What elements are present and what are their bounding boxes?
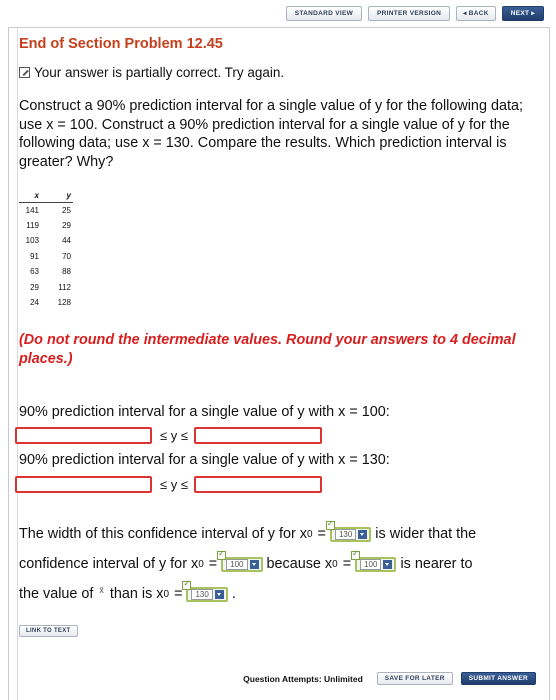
cell-y: 128: [57, 298, 71, 308]
cell-y: 25: [62, 205, 71, 215]
pi1-lower-input[interactable]: [15, 427, 152, 444]
correct-check-icon: [217, 549, 227, 560]
dropdown-arrow-icon: [249, 559, 259, 569]
subscript: 0: [198, 558, 204, 570]
subscript: 0: [332, 558, 338, 570]
correct-check-icon: [351, 549, 361, 560]
footer: Question Attempts: Unlimited SAVE FOR LA…: [243, 672, 536, 685]
cell-x: 141: [25, 205, 39, 215]
cell-y: 88: [62, 267, 71, 277]
table-header-x: x: [19, 189, 41, 203]
subscript: 0: [163, 588, 170, 600]
pi1-row: ≤ y ≤: [15, 427, 322, 444]
correct-check-icon: [325, 519, 335, 530]
compare-text: is nearer to: [400, 556, 473, 572]
select-value: 130: [191, 588, 213, 600]
cell-x: 29: [30, 282, 39, 292]
correct-check-icon: [182, 579, 192, 590]
compare-text: than is x: [109, 586, 164, 602]
select-value: 100: [360, 558, 382, 570]
pi2-upper-input[interactable]: [194, 476, 322, 493]
cell-x: 91: [30, 251, 39, 261]
period: .: [231, 586, 236, 602]
table-row: 91 70: [19, 249, 73, 265]
link-to-text-button[interactable]: LINK TO TEXT: [19, 625, 78, 637]
compare-text: The width of this confidence interval of…: [19, 526, 307, 542]
compare-text: is wider that the: [375, 526, 477, 542]
table-header-y: y: [41, 189, 73, 203]
edit-icon: [19, 67, 30, 78]
table-row: 24 128: [19, 295, 73, 311]
next-button[interactable]: NEXT ▸: [501, 6, 544, 21]
pi2-lower-input[interactable]: [15, 476, 152, 493]
equals-sign: =: [317, 526, 326, 542]
dropdown-arrow-icon: [358, 529, 368, 539]
question-text: Construct a 90% prediction interval for …: [19, 98, 523, 170]
rounding-note: (Do not round the intermediate values. R…: [19, 332, 516, 367]
xbar-symbol: x̄: [99, 585, 104, 595]
table-row: 63 88: [19, 264, 73, 280]
compare-line-3: the value of x̄ than is x 0 = 130 .: [19, 579, 236, 603]
dropdown-arrow-icon: [383, 559, 393, 569]
table-row: 141 25: [19, 202, 73, 218]
status-text: Your answer is partially correct. Try ag…: [34, 65, 285, 80]
cell-x: 103: [25, 236, 39, 246]
compare-line-1: The width of this confidence interval of…: [19, 519, 477, 543]
pi2-label: 90% prediction interval for a single val…: [19, 452, 390, 468]
problem-title: End of Section Problem 12.45: [19, 36, 223, 52]
equals-sign: =: [342, 556, 352, 572]
select-value: 100: [226, 558, 248, 570]
dropdown-arrow-icon: [214, 589, 224, 599]
select-x0-nearer[interactable]: 100: [351, 549, 397, 572]
select-x0-narrower[interactable]: 100: [217, 549, 263, 572]
equals-sign: =: [208, 556, 218, 572]
cell-x: 119: [26, 220, 39, 230]
table-row: 29 112: [19, 280, 73, 296]
select-x0-farther[interactable]: 130: [182, 579, 228, 602]
pi2-inequality: ≤ y ≤: [160, 477, 188, 492]
save-for-later-button[interactable]: SAVE FOR LATER: [376, 672, 453, 685]
submit-answer-button[interactable]: SUBMIT ANSWER: [460, 672, 536, 685]
pi2-row: ≤ y ≤: [15, 476, 322, 493]
compare-text: confidence interval of y for x: [19, 556, 199, 572]
compare-text: the value of: [19, 586, 94, 602]
equals-sign: =: [174, 586, 183, 602]
cell-x: 63: [30, 267, 39, 277]
select-value: 130: [334, 528, 357, 540]
data-table: x y 141 25 119 29 103 44 91 70 63 88 29 112 24…: [19, 189, 73, 311]
cell-x: 24: [30, 298, 39, 308]
answer-status: Your answer is partially correct. Try ag…: [19, 65, 284, 80]
top-nav: STANDARD VIEW PRINTER VERSION ◂ BACK NEX…: [285, 6, 544, 21]
frame-divider: [17, 28, 18, 700]
cell-y: 70: [62, 251, 71, 261]
pi1-label: 90% prediction interval for a single val…: [19, 404, 390, 420]
standard-view-button[interactable]: STANDARD VIEW: [285, 6, 363, 21]
cell-y: 29: [62, 220, 71, 230]
table-row: 103 44: [19, 233, 73, 249]
table-row: 119 29: [19, 218, 73, 234]
subscript: 0: [306, 528, 313, 540]
pi1-inequality: ≤ y ≤: [160, 428, 188, 443]
cell-y: 44: [62, 236, 71, 246]
printer-version-button[interactable]: PRINTER VERSION: [368, 6, 451, 21]
attempts-label: Question Attempts: Unlimited: [243, 673, 363, 684]
compare-text: because x: [266, 556, 333, 572]
back-button[interactable]: ◂ BACK: [456, 6, 496, 21]
cell-y: 112: [58, 282, 71, 292]
compare-line-2: confidence interval of y for x 0 = 100 b…: [19, 549, 473, 573]
select-x0-wider[interactable]: 130: [325, 519, 372, 542]
pi1-upper-input[interactable]: [194, 427, 322, 444]
